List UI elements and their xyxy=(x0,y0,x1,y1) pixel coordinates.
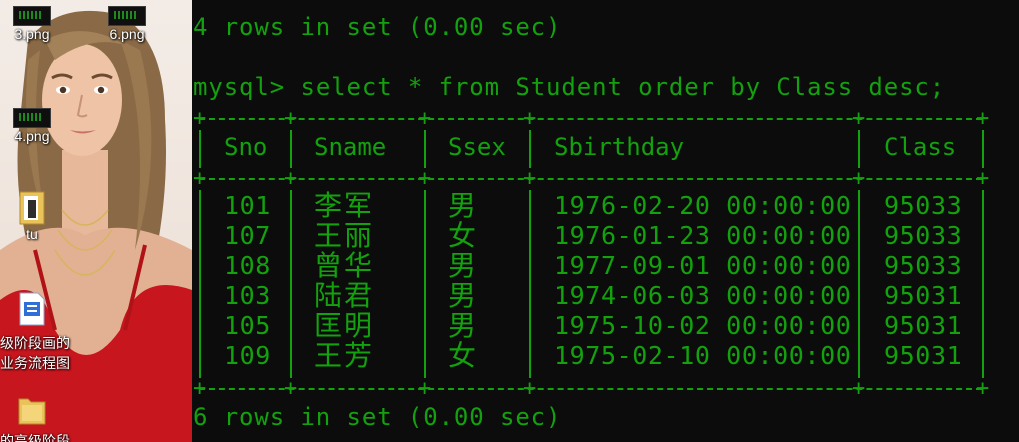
table-cell: 95033 xyxy=(884,191,963,220)
desktop-icon-label-line1: 级阶段画的 xyxy=(0,335,70,351)
table-border-corner: + xyxy=(418,376,432,401)
table-cell: 女 xyxy=(448,219,479,252)
table-border-corner: + xyxy=(852,376,866,401)
table-column-separator xyxy=(290,190,292,378)
table-cell: 男 xyxy=(448,309,479,342)
desktop-icon-4png[interactable]: 4.png xyxy=(2,108,62,144)
table-cell: 95033 xyxy=(884,221,963,250)
desktop-icon-folder[interactable] xyxy=(2,395,62,425)
table-cell: 101 xyxy=(224,191,271,220)
table-border-corner: + xyxy=(284,106,298,131)
table-cell: 95033 xyxy=(884,251,963,280)
table-border-corner: + xyxy=(418,166,432,191)
table-header-cell: Sbirthday xyxy=(554,133,685,161)
table-cell: 95031 xyxy=(884,311,963,340)
desktop-icon-label: tu xyxy=(26,226,38,242)
table-border-corner: + xyxy=(852,166,866,191)
table-border-corner: + xyxy=(418,106,432,131)
previous-result-line: 4 rows in set (0.00 sec) xyxy=(193,13,562,41)
desktop-icon-6png[interactable]: 6.png xyxy=(97,6,157,42)
desktop-icon-label: 3.png xyxy=(14,26,50,42)
desktop-icon-label: 6.png xyxy=(109,26,145,42)
desktop-icon-label: 的高级阶段 xyxy=(0,433,70,442)
table-cell: 男 xyxy=(448,189,479,222)
table-cell: 1974-06-03 00:00:00 xyxy=(554,281,852,310)
sql-command: select * from Student order by Class des… xyxy=(300,73,946,101)
table-border-corner: + xyxy=(523,166,537,191)
table-column-separator xyxy=(982,130,984,168)
table-border-corner: + xyxy=(852,106,866,131)
table-column-separator xyxy=(529,190,531,378)
table-cell: 女 xyxy=(448,339,479,372)
table-column-separator xyxy=(529,130,531,168)
desktop-icon-label: 4.png xyxy=(14,128,50,144)
table-cell: 108 xyxy=(224,251,271,280)
table-cell: 匡明 xyxy=(314,309,375,342)
table-border-corner: + xyxy=(976,166,990,191)
table-cell: 1976-02-20 00:00:00 xyxy=(554,191,852,220)
terminal-screenshot-thumbnail xyxy=(108,6,146,26)
table-cell: 李军 xyxy=(314,189,375,222)
command-line: mysql> select * from Student order by Cl… xyxy=(193,72,945,102)
table-column-separator xyxy=(290,130,292,168)
mysql-prompt: mysql> xyxy=(193,73,286,101)
folder-icon xyxy=(19,191,45,225)
table-cell: 103 xyxy=(224,281,271,310)
table-column-separator xyxy=(982,190,984,378)
table-column-separator xyxy=(424,130,426,168)
table-cell: 105 xyxy=(224,311,271,340)
table-header-cell: Sname xyxy=(314,133,387,161)
table-cell: 95031 xyxy=(884,281,963,310)
desktop-icon-3png[interactable]: 3.png xyxy=(2,6,62,42)
table-column-separator xyxy=(424,190,426,378)
table-cell: 男 xyxy=(448,249,479,282)
desktop-icon-flowchart-doc[interactable] xyxy=(2,292,62,326)
table-border-corner: + xyxy=(193,166,207,191)
table-column-separator xyxy=(199,130,201,168)
table-border-corner: + xyxy=(193,376,207,401)
folder-icon xyxy=(18,398,46,425)
table-cell: 95031 xyxy=(884,341,963,370)
table-header-cell: Ssex xyxy=(448,133,506,161)
table-cell: 1977-09-01 00:00:00 xyxy=(554,251,852,280)
table-column-separator xyxy=(858,130,860,168)
table-cell: 王丽 xyxy=(314,219,375,252)
terminal-screenshot-thumbnail xyxy=(13,108,51,128)
table-header-cell: Sno xyxy=(224,133,268,161)
table-cell: 1975-10-02 00:00:00 xyxy=(554,311,852,340)
table-border-corner: + xyxy=(193,106,207,131)
table-border-corner: + xyxy=(523,106,537,131)
table-cell: 陆君 xyxy=(314,279,375,312)
table-border-corner: + xyxy=(523,376,537,401)
table-column-separator xyxy=(858,190,860,378)
terminal-screenshot-thumbnail xyxy=(13,6,51,26)
table-border-corner: + xyxy=(284,166,298,191)
desktop-icon-tu[interactable]: tu xyxy=(2,190,62,242)
table-cell: 1975-02-10 00:00:00 xyxy=(554,341,852,370)
table-border-corner: + xyxy=(976,376,990,401)
table-column-separator xyxy=(199,190,201,378)
table-border-corner: + xyxy=(284,376,298,401)
mysql-terminal[interactable]: 4 rows in set (0.00 sec) mysql> select *… xyxy=(192,0,1019,442)
table-cell: 1976-01-23 00:00:00 xyxy=(554,221,852,250)
table-cell: 107 xyxy=(224,221,271,250)
document-icon xyxy=(19,292,45,326)
desktop-area: 3.png 6.png 4.png tu 级阶段画的 业务流程图 的高级阶段 xyxy=(0,0,192,442)
table-border-corner: + xyxy=(976,106,990,131)
table-cell: 男 xyxy=(448,279,479,312)
table-header-cell: Class xyxy=(884,133,957,161)
table-cell: 109 xyxy=(224,341,271,370)
table-cell: 王芳 xyxy=(314,339,375,372)
desktop-icon-label-line2: 业务流程图 xyxy=(0,355,70,371)
result-footer: 6 rows in set (0.00 sec) xyxy=(193,403,562,431)
table-cell: 曾华 xyxy=(314,249,375,282)
